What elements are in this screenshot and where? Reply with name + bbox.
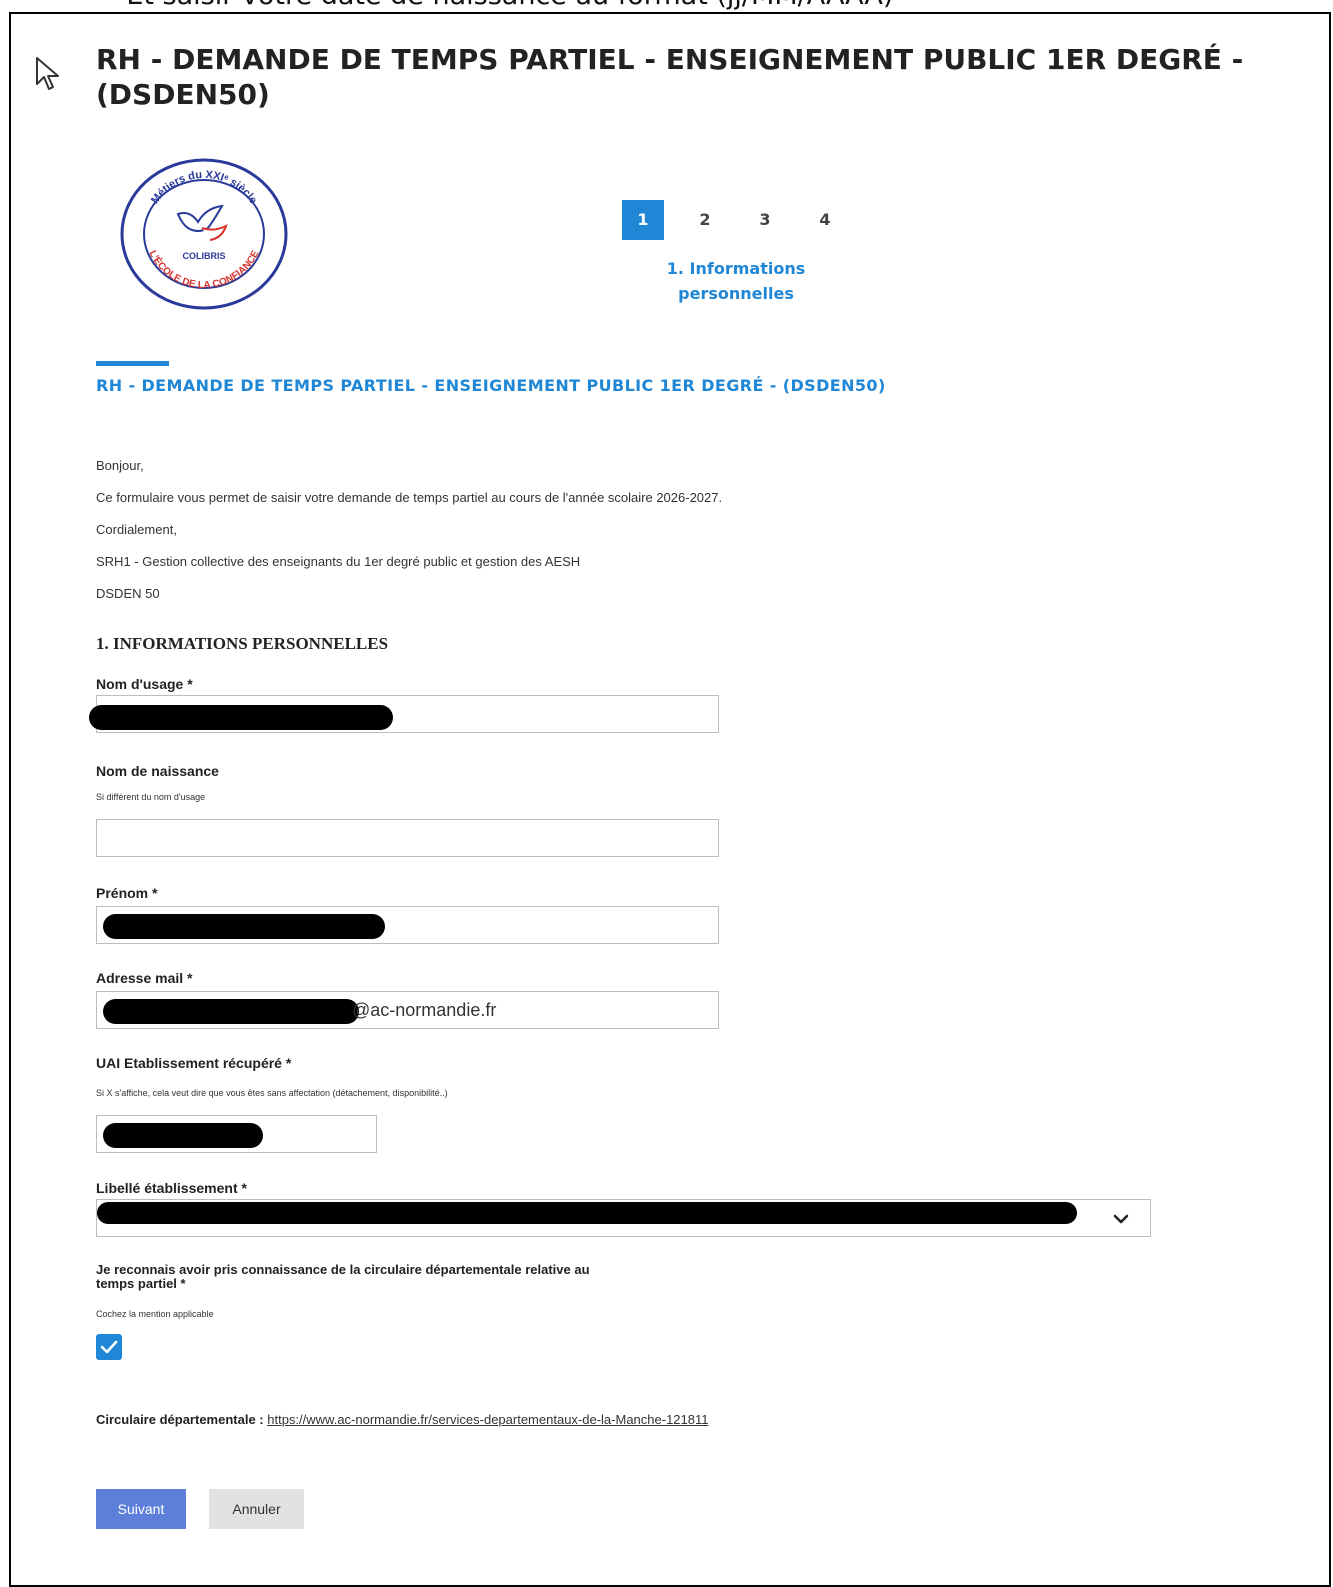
libelle-select[interactable] xyxy=(96,1199,1151,1237)
consent-hint: Cochez la mention applicable xyxy=(96,1309,214,1319)
circular-label: Circulaire départementale : xyxy=(96,1412,268,1427)
cancel-button[interactable]: Annuler xyxy=(209,1489,304,1529)
prenom-input[interactable] xyxy=(96,906,719,944)
prenom-label: Prénom * xyxy=(96,885,158,901)
step-3[interactable]: 3 xyxy=(744,200,786,240)
redacted-value xyxy=(103,1123,263,1148)
checkmark-icon xyxy=(100,1340,118,1354)
form-title: RH - DEMANDE DE TEMPS PARTIEL - ENSEIGNE… xyxy=(96,376,886,395)
nom-usage-label: Nom d'usage * xyxy=(96,676,193,692)
nom-usage-input[interactable] xyxy=(89,695,719,733)
email-label: Adresse mail * xyxy=(96,970,193,986)
intro-signature: SRH1 - Gestion collective des enseignant… xyxy=(96,554,581,569)
redacted-value xyxy=(103,914,385,939)
step-4[interactable]: 4 xyxy=(804,200,846,240)
email-input[interactable]: @ac-normandie.fr xyxy=(96,991,719,1029)
intro-description: Ce formulaire vous permet de saisir votr… xyxy=(96,490,723,505)
redacted-value xyxy=(103,999,359,1024)
circular-link[interactable]: https://www.ac-normandie.fr/services-dep… xyxy=(267,1412,708,1427)
instruction-caption: - Et saisir votre date de naissance au f… xyxy=(108,0,893,11)
intro-department: DSDEN 50 xyxy=(96,586,160,601)
colibris-logo: Métiers du XXIᵉ siècle L'ÉCOLE DE LA CON… xyxy=(120,158,288,310)
uai-input[interactable] xyxy=(96,1115,377,1153)
consent-label-line2: temps partiel * xyxy=(96,1276,186,1291)
step-2[interactable]: 2 xyxy=(684,200,726,240)
nom-naissance-input[interactable] xyxy=(96,819,719,857)
next-button[interactable]: Suivant xyxy=(96,1489,186,1529)
page-title: RH - DEMANDE DE TEMPS PARTIEL - ENSEIGNE… xyxy=(96,43,1244,111)
step-1[interactable]: 1 xyxy=(622,200,664,240)
consent-label: Je reconnais avoir pris connaissance de … xyxy=(96,1263,736,1291)
intro-greeting: Bonjour, xyxy=(96,458,144,473)
uai-label: UAI Etablissement récupéré * xyxy=(96,1055,292,1071)
active-step-label: 1. Informations personnelles xyxy=(636,256,836,306)
consent-checkbox[interactable] xyxy=(96,1334,122,1360)
circular-line: Circulaire départementale : https://www.… xyxy=(96,1412,708,1427)
section-title: 1. INFORMATIONS PERSONNELLES xyxy=(96,634,389,653)
uai-hint: Si X s'affiche, cela veut dire que vous … xyxy=(96,1088,448,1098)
consent-label-line1: Je reconnais avoir pris connaissance de … xyxy=(96,1262,590,1277)
redacted-value xyxy=(97,1202,1077,1224)
step-label-line1: 1. Informations xyxy=(666,259,806,278)
svg-text:COLIBRIS: COLIBRIS xyxy=(182,251,225,261)
step-label-line2: personnelles xyxy=(678,284,794,303)
redacted-value xyxy=(89,705,393,730)
intro-closing: Cordialement, xyxy=(96,522,177,537)
email-domain: @ac-normandie.fr xyxy=(352,1000,497,1020)
nom-naissance-label: Nom de naissance xyxy=(96,763,219,779)
libelle-label: Libellé établissement * xyxy=(96,1180,247,1196)
nom-naissance-hint: Si différent du nom d'usage xyxy=(96,792,206,802)
chevron-down-icon xyxy=(1113,1214,1129,1224)
mouse-cursor-icon xyxy=(36,57,59,90)
accent-bar xyxy=(96,361,169,366)
